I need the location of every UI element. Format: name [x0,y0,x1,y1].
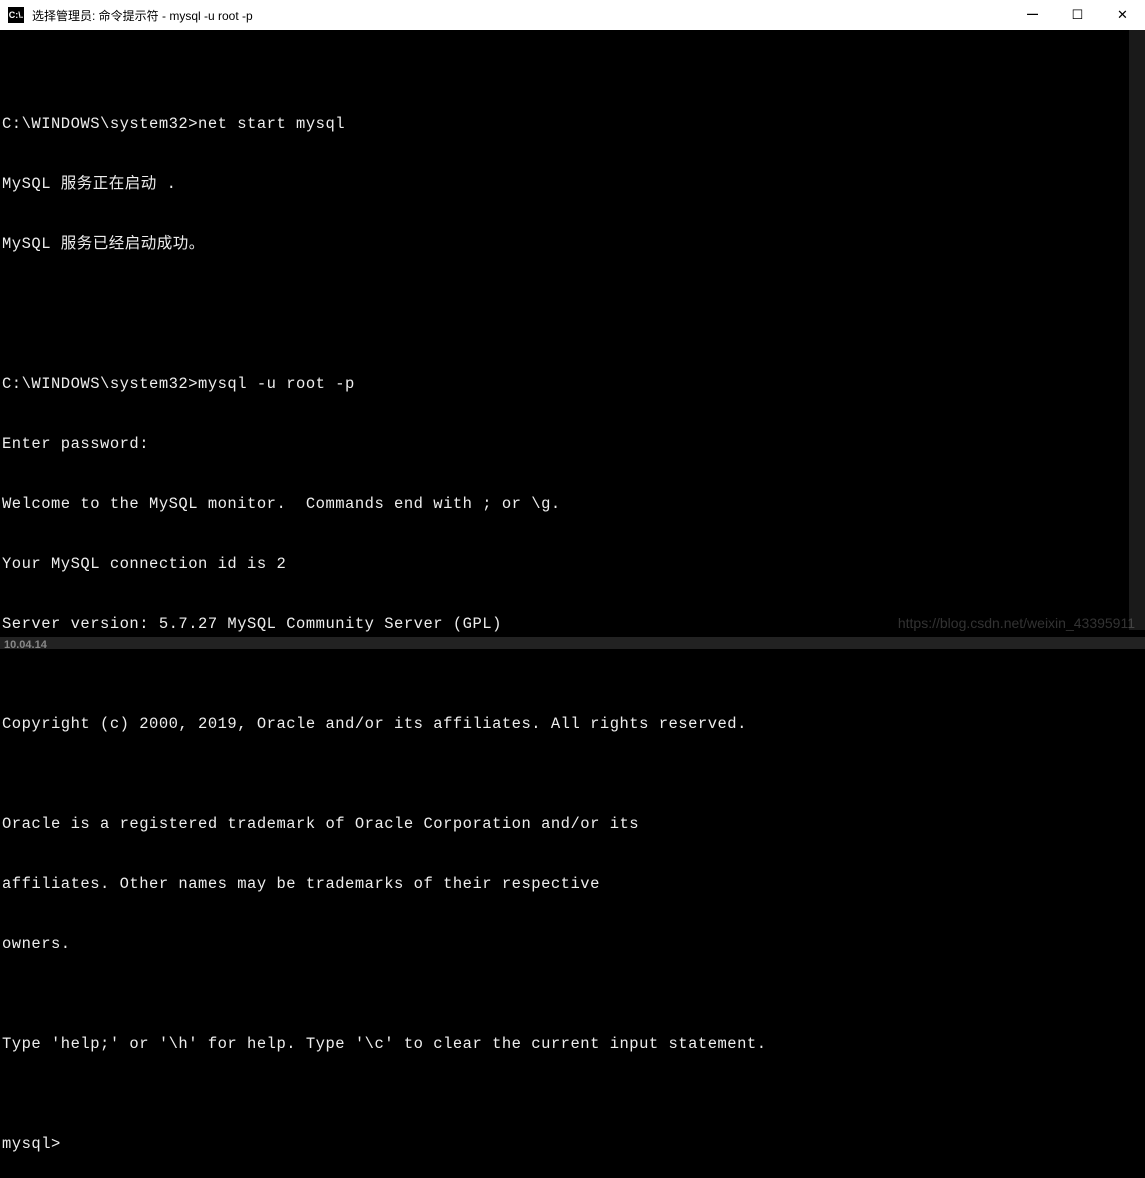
terminal-line: Oracle is a registered trademark of Orac… [2,814,1143,834]
terminal-line: owners. [2,934,1143,954]
taskbar: 10.04.14 [0,637,1145,649]
terminal-output[interactable]: C:\WINDOWS\system32>net start mysql MySQ… [0,30,1145,1178]
watermark-text: https://blog.csdn.net/weixin_43395911 [898,615,1135,631]
terminal-line: Copyright (c) 2000, 2019, Oracle and/or … [2,714,1143,734]
minimize-button[interactable]: — [1010,0,1055,30]
cmd-icon: C:\. [8,7,24,23]
taskbar-time-fragment: 10.04.14 [4,639,47,651]
terminal-line: affiliates. Other names may be trademark… [2,874,1143,894]
vertical-scrollbar[interactable] [1129,30,1145,630]
maximize-button[interactable]: ☐ [1055,0,1100,30]
terminal-line: Enter password: [2,434,1143,454]
window-title: 选择管理员: 命令提示符 - mysql -u root -p [32,7,253,24]
close-button[interactable]: ✕ [1100,0,1145,30]
terminal-line: MySQL 服务已经启动成功。 [2,234,1143,254]
terminal-line: Type 'help;' or '\h' for help. Type '\c'… [2,1034,1143,1054]
terminal-line: Your MySQL connection id is 2 [2,554,1143,574]
window-controls: — ☐ ✕ [1010,0,1145,30]
terminal-line: Welcome to the MySQL monitor. Commands e… [2,494,1143,514]
terminal-prompt: mysql> [2,1134,1143,1154]
terminal-line: C:\WINDOWS\system32>mysql -u root -p [2,374,1143,394]
window-titlebar[interactable]: C:\. 选择管理员: 命令提示符 - mysql -u root -p — ☐… [0,0,1145,30]
terminal-line: C:\WINDOWS\system32>net start mysql [2,114,1143,134]
terminal-line: MySQL 服务正在启动 . [2,174,1143,194]
